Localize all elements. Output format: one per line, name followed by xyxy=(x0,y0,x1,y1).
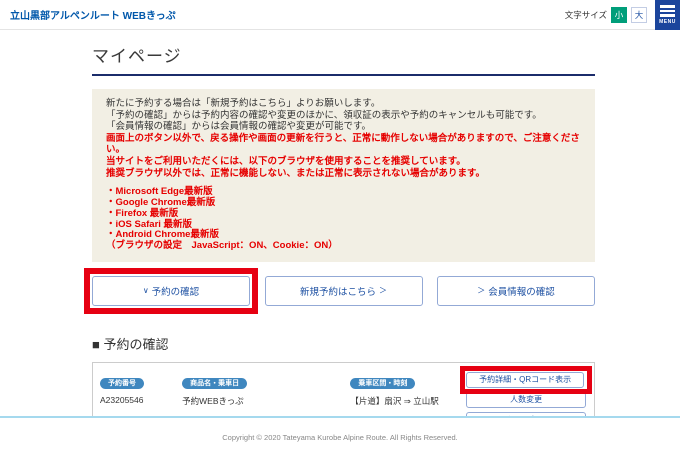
chevron-right-icon: ＞ xyxy=(477,285,485,296)
menu-button[interactable]: MENU xyxy=(655,0,680,30)
font-size-controls: 文字サイズ 小 大 xyxy=(565,7,647,23)
reservation-number-value: A23205546 xyxy=(100,395,182,405)
hamburger-icon xyxy=(660,5,675,17)
action-buttons-row: ∨ 予約の確認 新規予約はこちら ＞ ＞ 会員情報の確認 xyxy=(92,276,595,306)
new-reservation-label: 新規予約はこちら xyxy=(300,284,376,298)
warning-line: 画面上のボタン以外で、戻る操作や画面の更新を行うと、正常に動作しない場合がありま… xyxy=(106,133,581,156)
notice-line: 「会員情報の確認」からは会員情報の確認や変更が可能です。 xyxy=(106,121,581,133)
reservation-number-badge: 予約番号 xyxy=(100,378,144,389)
member-info-button[interactable]: ＞ 会員情報の確認 xyxy=(437,276,595,306)
product-name-value: 予約WEBきっぷ xyxy=(182,395,350,407)
font-size-label: 文字サイズ xyxy=(565,9,607,21)
reservation-detail-qr-button[interactable]: 予約詳細・QRコード表示 xyxy=(466,372,584,388)
chevron-down-icon: ∨ xyxy=(143,286,149,295)
section-marker-icon: ■ xyxy=(92,337,100,352)
notice-line: 新たに予約する場合は「新規予約はこちら」よりお願いします。 xyxy=(106,98,581,110)
route-value: 【片道】扇沢 ⇒ 立山駅 xyxy=(350,395,465,407)
font-size-small-button[interactable]: 小 xyxy=(611,7,627,23)
header: 立山黒部アルペンルート WEBきっぷ 文字サイズ 小 大 MENU xyxy=(0,0,680,30)
notice-line: 「予約の確認」からは予約内容の確認や変更のほかに、領収証の表示や予約のキャンセル… xyxy=(106,110,581,122)
section-title-label: 予約の確認 xyxy=(103,337,168,352)
section-title: ■ 予約の確認 xyxy=(92,334,595,353)
annotation-highlight-reservation-check: ∨ 予約の確認 xyxy=(84,268,258,314)
member-info-label: 会員情報の確認 xyxy=(488,284,555,298)
action-slot: ＞ 会員情報の確認 xyxy=(437,276,595,306)
menu-button-label: MENU xyxy=(659,19,676,25)
action-slot: ∨ 予約の確認 xyxy=(92,276,250,306)
footer: Copyright © 2020 Tateyama Kurobe Alpine … xyxy=(0,416,680,449)
browser-list: ・Microsoft Edge最新版 ・Google Chrome最新版 ・Fi… xyxy=(106,187,581,252)
new-reservation-button[interactable]: 新規予約はこちら ＞ xyxy=(265,276,423,306)
copyright-text: Copyright © 2020 Tateyama Kurobe Alpine … xyxy=(222,433,458,442)
reservation-check-label: 予約の確認 xyxy=(152,284,200,298)
change-people-count-button[interactable]: 人数変更 xyxy=(466,392,586,408)
browser-settings-note: （ブラウザの設定 JavaScript：ON、Cookie：ON） xyxy=(106,241,581,252)
font-size-large-button[interactable]: 大 xyxy=(631,7,647,23)
main-content: マイページ 新たに予約する場合は「新規予約はこちら」よりお願いします。 「予約の… xyxy=(92,42,595,449)
route-badge: 乗車区間・時刻 xyxy=(350,378,415,389)
warning-line: 当サイトをご利用いただくには、以下のブラウザを使用することを推奨しています。 xyxy=(106,156,581,168)
product-badge: 商品名・乗車日 xyxy=(182,378,247,389)
site-title-link[interactable]: 立山黒部アルペンルート WEBきっぷ xyxy=(10,7,176,22)
page: 立山黒部アルペンルート WEBきっぷ 文字サイズ 小 大 MENU マイページ … xyxy=(0,0,680,449)
action-slot: 新規予約はこちら ＞ xyxy=(265,276,423,306)
annotation-highlight-qr-button: 予約詳細・QRコード表示 xyxy=(460,366,592,394)
chevron-right-icon: ＞ xyxy=(379,285,387,296)
reservation-check-button[interactable]: ∨ 予約の確認 xyxy=(92,276,250,306)
page-title: マイページ xyxy=(92,42,595,76)
notice-box: 新たに予約する場合は「新規予約はこちら」よりお願いします。 「予約の確認」からは… xyxy=(92,89,595,262)
browser-item: ・Firefox 最新版 xyxy=(106,209,581,220)
warning-line: 推奨ブラウザ以外では、正常に機能しない、または正常に表示されない場合があります。 xyxy=(106,168,581,180)
